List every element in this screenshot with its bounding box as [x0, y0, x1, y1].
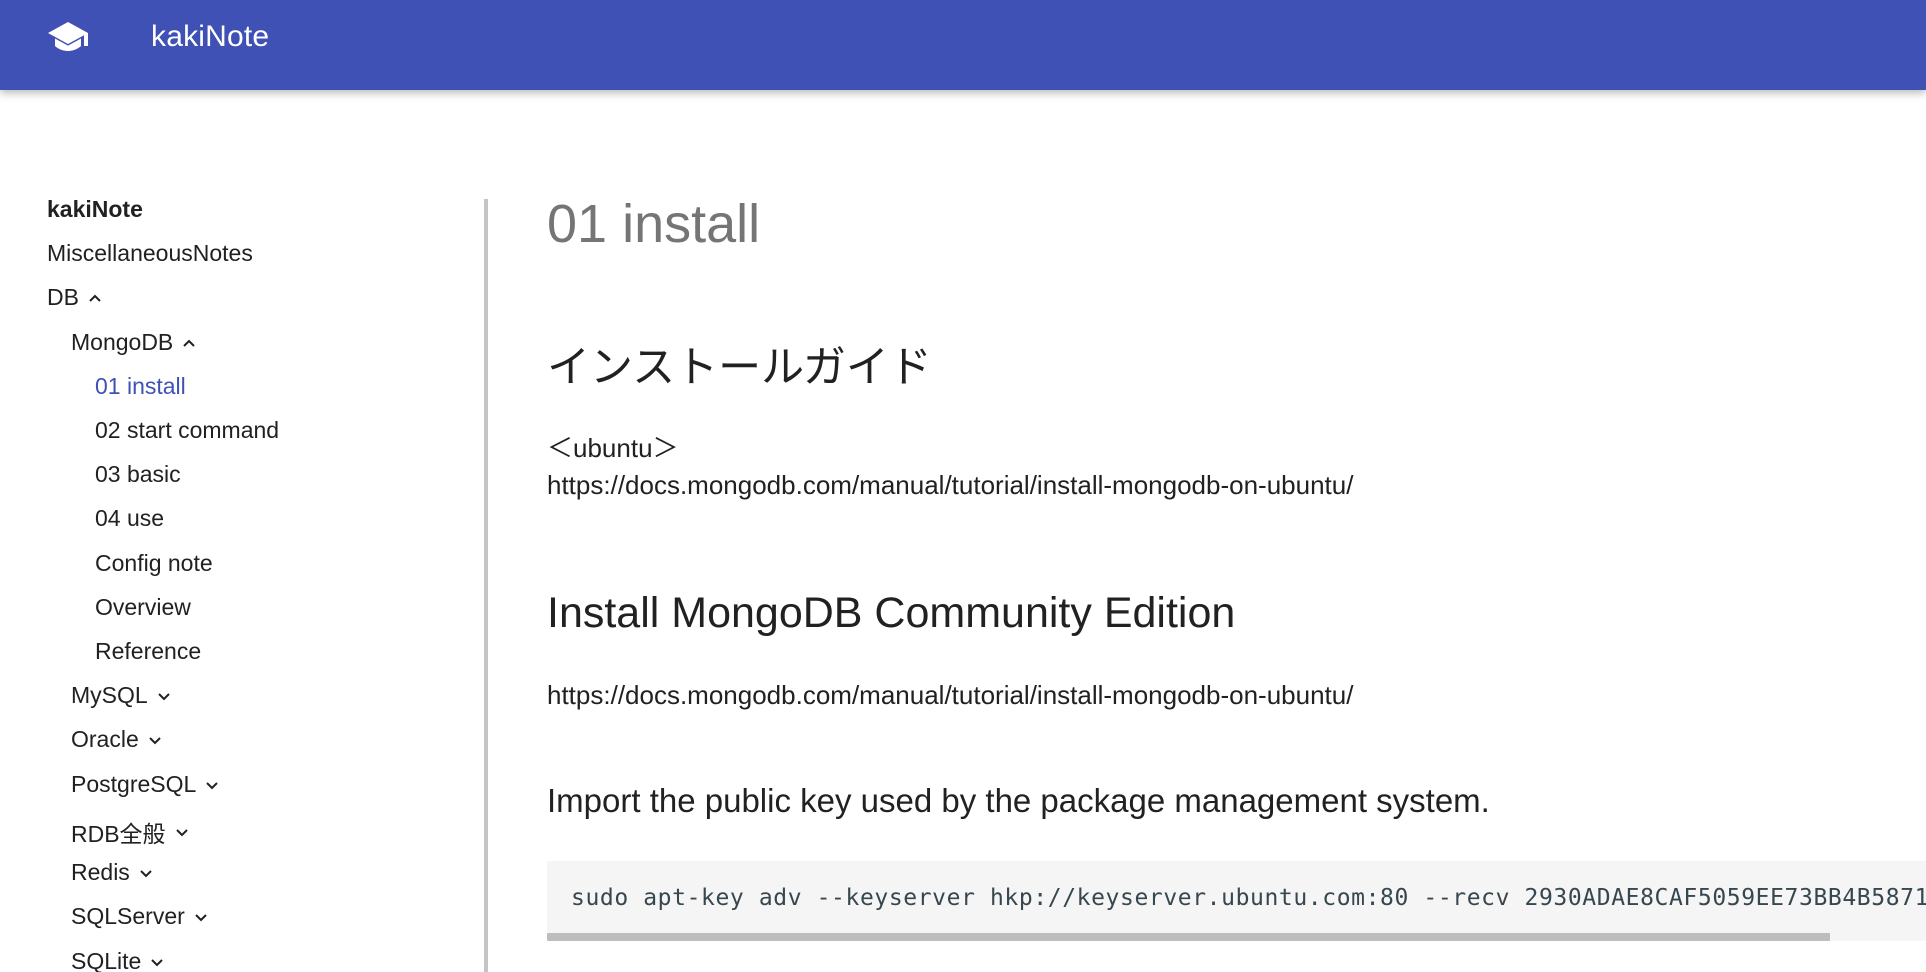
sidebar-item-04-use[interactable]: 04 use — [95, 505, 164, 532]
platform-label: ＜ubuntu＞ — [547, 433, 679, 463]
chevron-down-icon — [193, 911, 209, 923]
sidebar-nav: kakiNote MiscellaneousNotes DB MongoDB 0… — [0, 185, 488, 972]
sidebar-item-redis[interactable]: Redis — [71, 859, 154, 886]
sidebar-item-mongodb[interactable]: MongoDB — [71, 329, 197, 356]
app-title[interactable]: kakiNote — [151, 20, 269, 54]
sidebar-item-02-start-command[interactable]: 02 start command — [95, 417, 279, 444]
sidebar-item-label: 04 use — [95, 505, 165, 531]
sidebar-item-overview[interactable]: Overview — [95, 594, 191, 621]
sidebar-item-sqlite[interactable]: SQLite — [71, 948, 165, 972]
sidebar-item-label: SQLServer — [71, 903, 185, 929]
sidebar-item-01-install[interactable]: 01 install — [95, 373, 186, 400]
community-edition-link[interactable]: https://docs.mongodb.com/manual/tutorial… — [547, 680, 1353, 711]
sidebar-item-config-note[interactable]: Config note — [95, 550, 213, 577]
sidebar-item-label: 02 start command — [95, 417, 280, 443]
sidebar-item-reference[interactable]: Reference — [95, 638, 201, 665]
sidebar-item-label: Config note — [95, 550, 213, 576]
sidebar-item-label: MongoDB — [71, 329, 174, 355]
sidebar-item-label: Oracle — [71, 726, 139, 752]
sidebar-item-label: RDB全般 — [71, 821, 166, 847]
sidebar-item-label: MiscellaneousNotes — [47, 240, 253, 266]
sidebar-item-label: SQLite — [71, 948, 142, 972]
sidebar-item-kakinote[interactable]: kakiNote — [47, 196, 143, 223]
page-title: 01 install — [547, 194, 761, 254]
section-heading-community-edition: Install MongoDB Community Edition — [547, 589, 1236, 637]
sidebar-item-db[interactable]: DB — [47, 284, 103, 311]
sidebar-item-label: 01 install — [95, 373, 186, 399]
sidebar-item-rdb-general[interactable]: RDB全般 — [71, 815, 190, 849]
chevron-down-icon — [147, 734, 163, 746]
sidebar-item-label: Overview — [95, 594, 191, 620]
chevron-up-icon — [181, 337, 197, 349]
sidebar-item-label: 03 basic — [95, 461, 181, 487]
sidebar-item-oracle[interactable]: Oracle — [71, 726, 163, 753]
chevron-down-icon — [138, 867, 154, 879]
sidebar-item-sqlserver[interactable]: SQLServer — [71, 903, 209, 930]
chevron-down-icon — [204, 779, 220, 791]
sidebar-item-label: Redis — [71, 859, 130, 885]
sidebar-item-miscellaneousnotes[interactable]: MiscellaneousNotes — [47, 240, 253, 267]
sidebar-item-label: PostgreSQL — [71, 771, 197, 797]
chevron-down-icon — [174, 826, 190, 838]
chevron-up-icon — [87, 292, 103, 304]
chevron-down-icon — [149, 956, 165, 968]
install-guide-link[interactable]: https://docs.mongodb.com/manual/tutorial… — [547, 470, 1353, 501]
horizontal-scrollbar[interactable] — [547, 933, 1830, 941]
graduation-cap-icon[interactable] — [44, 18, 92, 58]
section-heading-import-key: Import the public key used by the packag… — [547, 782, 1490, 819]
chevron-down-icon — [156, 690, 172, 702]
sidebar-item-label: DB — [47, 284, 79, 310]
sidebar-item-label: kakiNote — [47, 196, 143, 222]
sidebar-item-postgresql[interactable]: PostgreSQL — [71, 771, 220, 798]
code-block: sudo apt-key adv --keyserver hkp://keyse… — [547, 861, 1926, 941]
code-text[interactable]: sudo apt-key adv --keyserver hkp://keyse… — [571, 885, 1926, 911]
sidebar-item-label: MySQL — [71, 682, 148, 708]
app-bar: kakiNote — [0, 0, 1926, 90]
section-heading-install-guide: インストールガイド — [547, 344, 932, 392]
sidebar-divider — [484, 199, 488, 972]
sidebar-item-03-basic[interactable]: 03 basic — [95, 461, 181, 488]
sidebar-item-mysql[interactable]: MySQL — [71, 682, 172, 709]
sidebar-item-label: Reference — [95, 638, 202, 664]
main-content: 01 install インストールガイド ＜ubuntu＞ https://do… — [547, 185, 1926, 972]
